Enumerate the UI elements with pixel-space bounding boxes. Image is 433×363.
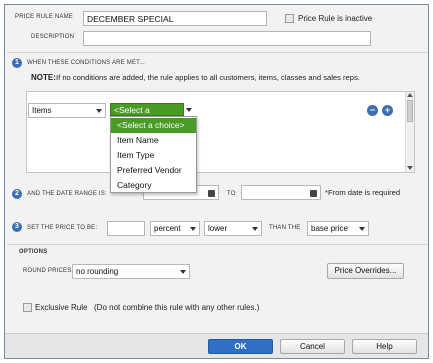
conditions-panel: Items <Select a choice> − + [26,91,415,173]
dropdown-option-item-type[interactable]: Item Type [111,148,196,163]
dropdown-option-select-choice[interactable]: <Select a choice> [111,118,196,133]
price-overrides-button[interactable]: Price Overrides... [327,263,404,279]
exclusive-rule-note: (Do not combine this rule with any other… [94,303,260,312]
price-rule-name-input[interactable]: DECEMBER SPECIAL [83,11,267,26]
round-prices-select[interactable]: no rounding [72,264,190,279]
to-label: TO [227,191,236,197]
round-prices-value: no rounding [76,267,119,276]
calendar-icon[interactable] [208,190,215,197]
scroll-thumb[interactable] [407,100,413,122]
cancel-button[interactable]: Cancel [280,339,345,354]
price-rule-name-label: PRICE RULE NAME [15,14,74,20]
date-range-title: AND THE DATE RANGE IS: [27,191,107,197]
price-base-value: base price [311,224,348,233]
inactive-label: Price Rule is inactive [298,14,373,23]
options-divider [7,244,428,245]
choice-select[interactable]: <Select a choice> [110,103,184,125]
calendar-icon[interactable] [310,190,317,197]
price-amount-input[interactable] [107,221,145,236]
price-direction-value: lower [208,224,228,233]
exclusive-rule-label: Exclusive Rule [35,303,88,312]
chevron-down-icon [96,108,102,113]
exclusive-rule-checkbox[interactable] [23,303,32,312]
choice-dropdown-menu: <Select a choice> Item Name Item Type Pr… [110,116,197,193]
header-divider [7,52,428,53]
step-3-badge: 3 [12,222,22,232]
step-1-badge: 1 [12,58,22,68]
price-base-select[interactable]: base price [307,221,369,236]
note-text: If no conditions are added, the rule app… [56,73,360,82]
chevron-down-icon [190,226,196,231]
from-date-required-note: *From date is required [325,188,401,197]
remove-condition-button[interactable]: − [367,105,378,116]
conditions-title: WHEN THESE CONDITIONS ARE MET... [27,60,145,66]
than-the-label: THAN THE [269,225,301,231]
set-price-title: SET THE PRICE TO BE: [27,225,98,231]
chevron-down-icon [252,226,258,231]
note-prefix: NOTE: [31,73,56,82]
add-condition-button[interactable]: + [382,105,393,116]
ok-button[interactable]: OK [208,339,273,354]
chevron-down-icon [359,226,365,231]
condition-type-value: Items [32,106,52,115]
description-label: DESCRIPTION [31,34,75,40]
price-rule-dialog: PRICE RULE NAME DECEMBER SPECIAL Price R… [4,4,429,359]
price-unit-value: percent [154,224,181,233]
minus-icon: − [369,105,376,115]
description-input[interactable] [83,31,371,46]
chevron-down-icon[interactable] [186,108,192,112]
price-unit-select[interactable]: percent [150,221,200,236]
to-date-input[interactable] [241,185,321,200]
dropdown-option-item-name[interactable]: Item Name [111,133,196,148]
price-direction-select[interactable]: lower [204,221,262,236]
options-title: OPTIONS [19,249,48,255]
dropdown-option-preferred-vendor[interactable]: Preferred Vendor [111,163,196,178]
chevron-down-icon [180,269,186,274]
plus-icon: + [384,105,391,115]
scroll-up-icon[interactable] [407,93,413,97]
conditions-scrollbar[interactable] [405,92,414,172]
scroll-down-icon[interactable] [407,166,413,170]
help-button[interactable]: Help [352,339,417,354]
dialog-footer: OK Cancel Help [5,333,428,358]
dropdown-option-category[interactable]: Category [111,178,196,193]
condition-type-select[interactable]: Items [28,103,106,118]
round-prices-label: ROUND PRICES [23,268,72,274]
step-2-badge: 2 [12,189,22,199]
inactive-checkbox[interactable] [285,14,294,23]
